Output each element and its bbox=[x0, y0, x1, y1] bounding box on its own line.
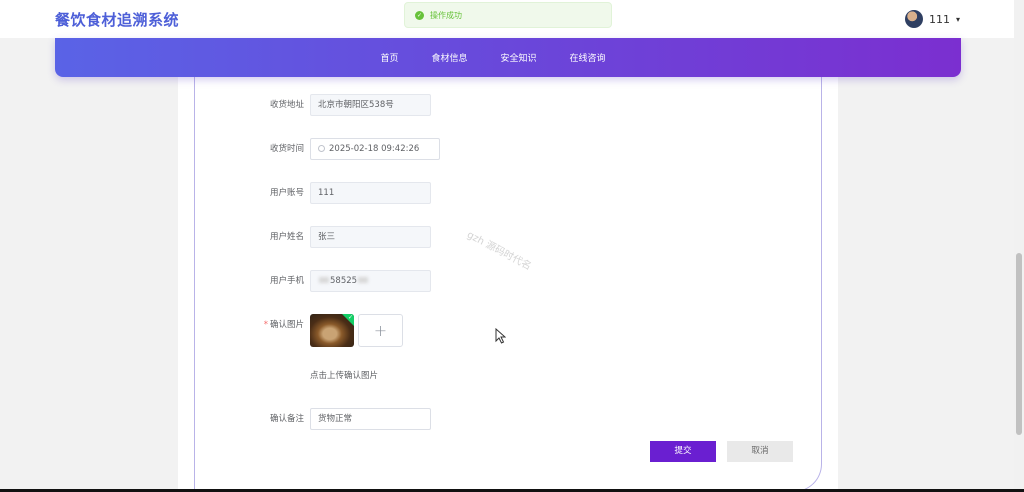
nav-item-consult[interactable]: 在线咨询 bbox=[570, 51, 606, 64]
avatar[interactable] bbox=[904, 10, 923, 28]
plus-icon: + bbox=[373, 321, 388, 340]
user-menu[interactable]: 111 ▾ bbox=[904, 9, 960, 29]
image-label: * 确认图片 bbox=[230, 314, 304, 336]
upload-tip: 点击上传确认图片 bbox=[310, 371, 379, 381]
redacted-mark bbox=[319, 277, 329, 283]
scrollbar-thumb[interactable] bbox=[1016, 253, 1022, 435]
name-label: 用户姓名 bbox=[269, 232, 304, 242]
name-field[interactable]: 张三 bbox=[310, 226, 431, 248]
remark-label: 确认备注 bbox=[269, 414, 304, 424]
phone-label: 用户手机 bbox=[269, 276, 304, 286]
clock-icon bbox=[318, 145, 325, 152]
user-name[interactable]: 111 bbox=[929, 13, 950, 26]
check-circle-icon: ✓ bbox=[415, 10, 424, 20]
success-toast: ✓ 操作成功 bbox=[404, 2, 612, 28]
submit-button[interactable]: 提交 bbox=[650, 441, 716, 462]
cancel-button[interactable]: 取消 bbox=[727, 441, 793, 462]
page-scrollbar[interactable] bbox=[1014, 0, 1024, 492]
time-value: 2025-02-18 09:42:26 bbox=[329, 144, 420, 154]
time-label: 收货时间 bbox=[269, 144, 304, 154]
phone-field[interactable]: 58525 bbox=[310, 270, 431, 292]
account-label: 用户账号 bbox=[269, 188, 304, 198]
time-picker[interactable]: 2025-02-18 09:42:26 bbox=[310, 138, 440, 160]
phone-value: 58525 bbox=[330, 276, 358, 286]
nav-item-home[interactable]: 首页 bbox=[380, 51, 398, 64]
image-label-text: 确认图片 bbox=[269, 320, 304, 330]
account-field[interactable]: 111 bbox=[310, 182, 431, 204]
upload-success-badge: ✓ bbox=[342, 314, 354, 326]
brand-title[interactable]: 餐饮食材追溯系统 bbox=[55, 9, 179, 30]
toast-message: 操作成功 bbox=[430, 10, 462, 20]
required-mark: * bbox=[263, 320, 268, 330]
uploaded-image-thumbnail[interactable]: ✓ bbox=[310, 314, 354, 347]
redacted-mark bbox=[358, 277, 369, 283]
nav-item-ingredients[interactable]: 食材信息 bbox=[431, 51, 467, 64]
caret-down-icon[interactable]: ▾ bbox=[956, 15, 960, 24]
check-icon: ✓ bbox=[347, 314, 353, 321]
image-upload-button[interactable]: + bbox=[358, 314, 403, 347]
address-field[interactable]: 北京市朝阳区538号 bbox=[310, 94, 431, 116]
mouse-cursor-icon bbox=[495, 327, 507, 348]
nav-item-safety[interactable]: 安全知识 bbox=[501, 51, 537, 64]
address-label: 收货地址 bbox=[269, 100, 304, 110]
main-nav: 首页 食材信息 安全知识 在线咨询 bbox=[55, 38, 961, 77]
remark-field[interactable]: 货物正常 bbox=[310, 408, 431, 430]
